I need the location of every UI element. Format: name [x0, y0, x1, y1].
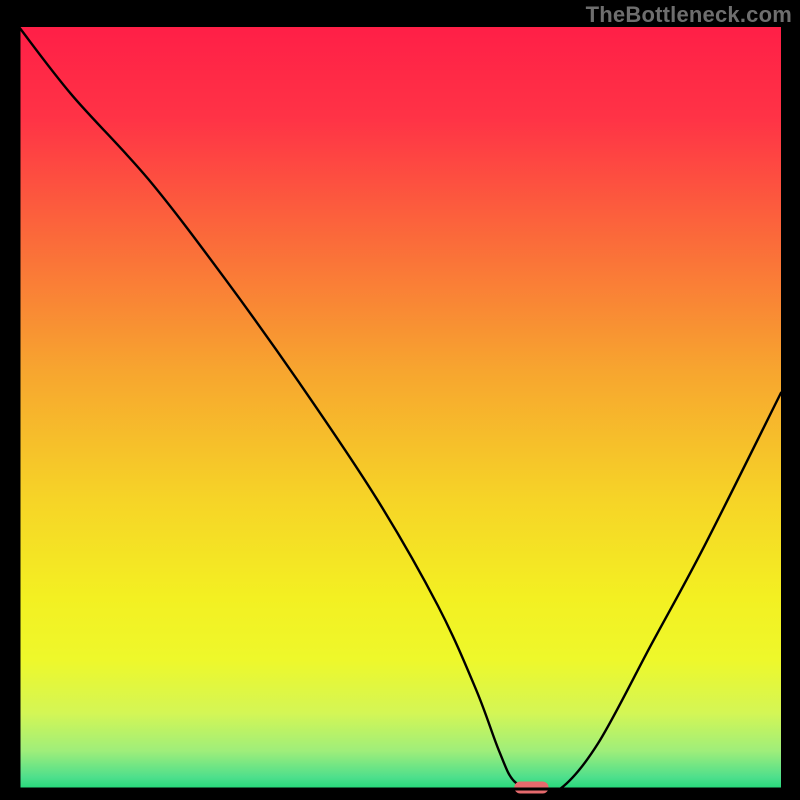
optimal-marker	[514, 781, 548, 793]
chart-frame: TheBottleneck.com	[0, 0, 800, 800]
watermark-text: TheBottleneck.com	[586, 2, 792, 28]
bottleneck-chart	[0, 0, 800, 800]
plot-background	[19, 27, 781, 789]
